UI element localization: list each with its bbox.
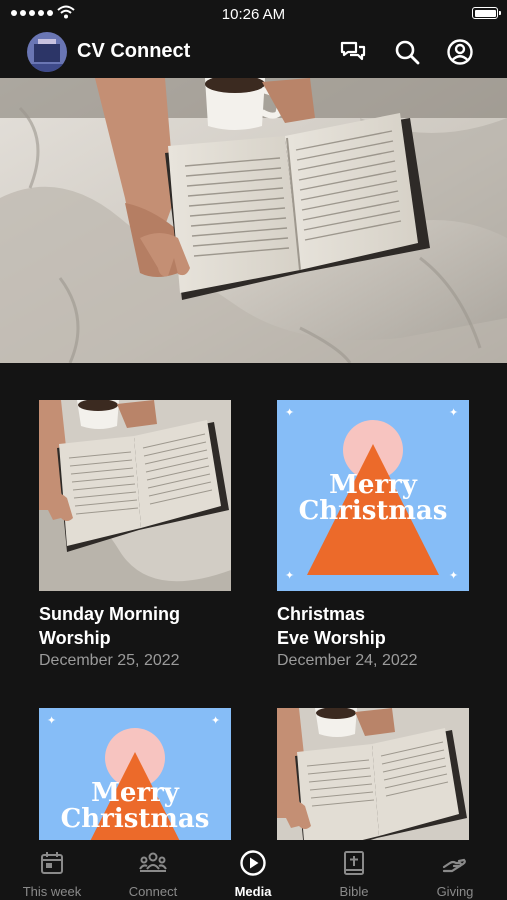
artwork-text: Merry Christmas [298, 470, 448, 526]
sparkle-icon: ✦ [449, 407, 459, 419]
tab-connect[interactable]: Connect [108, 840, 198, 900]
search-icon[interactable] [393, 38, 421, 66]
sparkle-icon: ✦ [285, 570, 295, 582]
app-title: CV Connect [77, 40, 191, 62]
church-logo-avatar[interactable] [27, 32, 67, 72]
tab-label: Connect [128, 884, 178, 899]
tab-media[interactable]: Media [208, 840, 298, 900]
media-date: December 24, 2022 [277, 652, 418, 669]
artwork-text: Merry Christmas [60, 778, 210, 834]
tab-label: Giving [436, 884, 474, 899]
tab-giving[interactable]: Giving [410, 840, 500, 900]
profile-icon[interactable] [446, 38, 474, 66]
app-header: CV Connect [0, 28, 507, 78]
media-thumbnail[interactable]: Merry Christmas ✦ ✦ ✦ ✦ [277, 400, 469, 591]
calendar-icon [41, 852, 63, 874]
status-bar: 10:26 AM [0, 0, 507, 28]
bottom-tab-bar: This week Connect Media Bible Giving [0, 840, 507, 900]
play-icon [240, 850, 266, 876]
sparkle-icon: ✦ [449, 570, 459, 582]
tab-label: Bible [339, 884, 369, 899]
tab-label: This week [22, 884, 82, 899]
giving-hand-icon [442, 858, 466, 873]
chat-icon[interactable] [339, 38, 367, 66]
sparkle-icon: ✦ [47, 715, 57, 727]
tab-this-week[interactable]: This week [7, 840, 97, 900]
tab-bible[interactable]: Bible [309, 840, 399, 900]
tab-label: Media [234, 884, 272, 899]
hero-image[interactable] [0, 78, 507, 363]
battery-icon [472, 7, 501, 19]
sparkle-icon: ✦ [285, 407, 295, 419]
media-card[interactable]: Merry Christmas ✦ ✦ ✦ ✦ Christmas Eve Wo… [277, 400, 469, 672]
sparkle-icon: ✦ [211, 715, 221, 727]
merry-christmas-artwork: Merry Christmas ✦ ✦ ✦ ✦ [277, 400, 469, 591]
status-time: 10:26 AM [221, 6, 286, 23]
media-title[interactable]: Christmas Eve Worship [277, 602, 469, 650]
group-icon [139, 852, 167, 872]
media-title[interactable]: Sunday Morning Worship [39, 602, 231, 650]
media-date: December 25, 2022 [39, 652, 180, 669]
media-card[interactable]: Sunday Morning Worship December 25, 2022 [39, 400, 231, 672]
bible-reading-photo [39, 400, 231, 591]
bible-reading-photo [0, 78, 507, 363]
media-thumbnail[interactable] [39, 400, 231, 591]
bible-icon [344, 851, 364, 875]
